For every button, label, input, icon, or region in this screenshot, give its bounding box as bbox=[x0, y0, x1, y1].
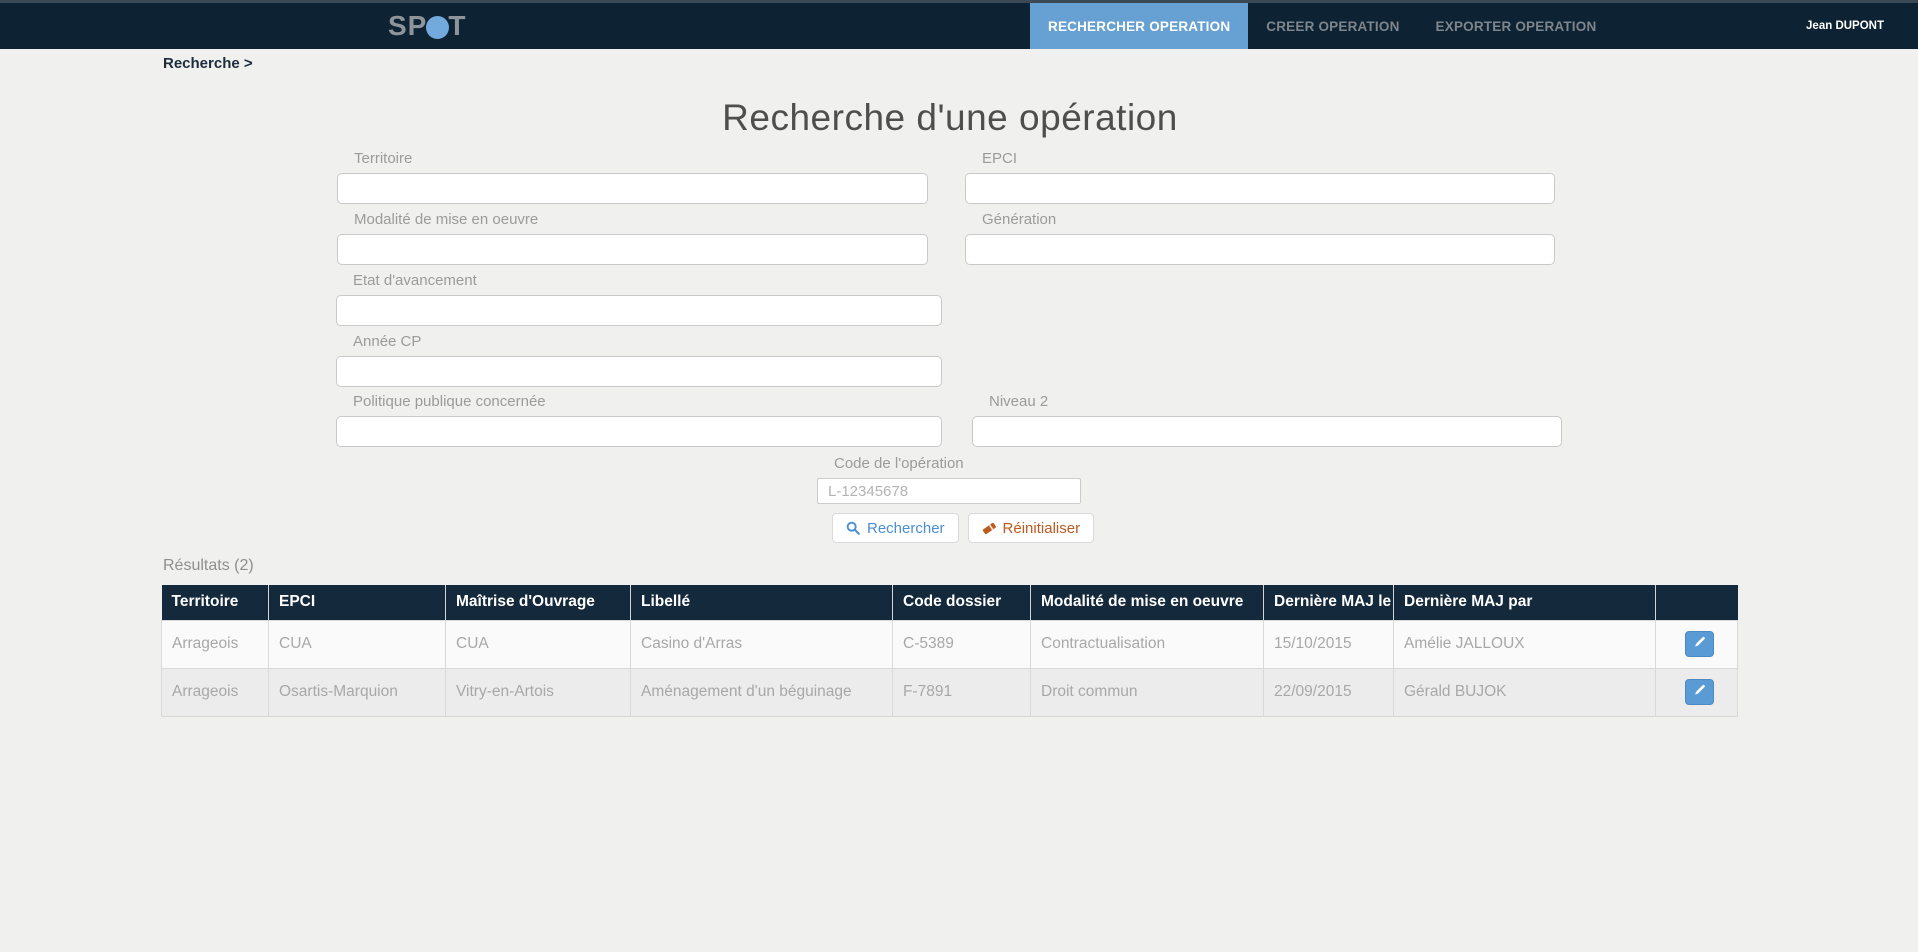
field-modalite: Modalité de mise en oeuvre bbox=[337, 211, 928, 265]
edit-button[interactable] bbox=[1685, 679, 1714, 705]
annee-cp-input[interactable] bbox=[336, 356, 942, 387]
table-row: Arrageois Osartis-Marquion Vitry-en-Arto… bbox=[162, 668, 1738, 716]
generation-label: Génération bbox=[982, 211, 1555, 228]
col-maitrise-ouvrage: Maîtrise d'Ouvrage bbox=[446, 585, 631, 620]
field-territoire: Territoire bbox=[337, 150, 928, 204]
field-epci: EPCI bbox=[965, 150, 1555, 204]
cell-maj-par: Gérald BUJOK bbox=[1394, 668, 1656, 716]
eraser-icon bbox=[982, 521, 996, 535]
breadcrumb[interactable]: Recherche > bbox=[163, 55, 253, 72]
nav-item-creer-operation[interactable]: CREER OPERATION bbox=[1248, 3, 1417, 49]
col-territoire: Territoire bbox=[162, 585, 269, 620]
pencil-icon bbox=[1693, 684, 1706, 700]
territoire-label: Territoire bbox=[354, 150, 928, 167]
modalite-label: Modalité de mise en oeuvre bbox=[354, 211, 928, 228]
spot-logo: SP T bbox=[388, 3, 466, 49]
page-title: Recherche d'une opération bbox=[0, 97, 1900, 139]
col-libelle: Libellé bbox=[631, 585, 893, 620]
etat-avancement-input[interactable] bbox=[336, 295, 942, 326]
nav-item-rechercher-operation[interactable]: RECHERCHER OPERATION bbox=[1030, 3, 1248, 49]
cell-maitrise: CUA bbox=[446, 620, 631, 668]
search-icon bbox=[846, 521, 860, 535]
cell-libelle: Casino d'Arras bbox=[631, 620, 893, 668]
annee-cp-label: Année CP bbox=[353, 333, 942, 350]
logo-dot-icon bbox=[426, 16, 449, 39]
col-epci: EPCI bbox=[269, 585, 446, 620]
field-politique-publique: Politique publique concernée bbox=[336, 393, 942, 447]
cell-territoire: Arrageois bbox=[162, 620, 269, 668]
nav-item-exporter-operation[interactable]: EXPORTER OPERATION bbox=[1418, 3, 1615, 49]
search-button[interactable]: Rechercher bbox=[832, 513, 959, 543]
cell-maitrise: Vitry-en-Artois bbox=[446, 668, 631, 716]
logo-text-post: T bbox=[448, 10, 466, 42]
modalite-input[interactable] bbox=[337, 234, 928, 265]
nav-item-label: RECHERCHER OPERATION bbox=[1048, 19, 1230, 34]
field-etat-avancement: Etat d'avancement bbox=[336, 272, 942, 326]
reset-button-label: Réinitialiser bbox=[1003, 520, 1081, 537]
logo-text-pre: SP bbox=[388, 10, 427, 42]
search-button-label: Rechercher bbox=[867, 520, 945, 537]
nav-item-label: EXPORTER OPERATION bbox=[1436, 19, 1597, 34]
col-code-dossier: Code dossier bbox=[893, 585, 1031, 620]
cell-epci: Osartis-Marquion bbox=[269, 668, 446, 716]
cell-code: F-7891 bbox=[893, 668, 1031, 716]
cell-code: C-5389 bbox=[893, 620, 1031, 668]
field-code-operation: Code de l'opération bbox=[817, 455, 1081, 504]
results-table: Territoire EPCI Maîtrise d'Ouvrage Libel… bbox=[161, 585, 1738, 717]
cell-actions bbox=[1656, 620, 1738, 668]
results-count: Résultats (2) bbox=[163, 557, 254, 575]
col-actions bbox=[1656, 585, 1738, 620]
field-generation: Génération bbox=[965, 211, 1555, 265]
generation-input[interactable] bbox=[965, 234, 1555, 265]
territoire-input[interactable] bbox=[337, 173, 928, 204]
code-operation-label: Code de l'opération bbox=[834, 455, 1081, 472]
niveau-2-label: Niveau 2 bbox=[989, 393, 1562, 410]
table-header-row: Territoire EPCI Maîtrise d'Ouvrage Libel… bbox=[162, 585, 1738, 620]
nav-item-label: CREER OPERATION bbox=[1266, 19, 1399, 34]
main-nav: RECHERCHER OPERATION CREER OPERATION EXP… bbox=[1030, 3, 1614, 49]
navbar: SP T RECHERCHER OPERATION CREER OPERATIO… bbox=[0, 0, 1918, 49]
etat-avancement-label: Etat d'avancement bbox=[353, 272, 942, 289]
epci-input[interactable] bbox=[965, 173, 1555, 204]
cell-modalite: Contractualisation bbox=[1031, 620, 1264, 668]
table-row: Arrageois CUA CUA Casino d'Arras C-5389 … bbox=[162, 620, 1738, 668]
edit-button[interactable] bbox=[1685, 631, 1714, 657]
col-modalite: Modalité de mise en oeuvre bbox=[1031, 585, 1264, 620]
form-actions: Rechercher Réinitialiser bbox=[832, 513, 1094, 543]
politique-publique-label: Politique publique concernée bbox=[353, 393, 942, 410]
cell-libelle: Aménagement d'un béguinage bbox=[631, 668, 893, 716]
epci-label: EPCI bbox=[982, 150, 1555, 167]
code-operation-input[interactable] bbox=[817, 478, 1081, 504]
cell-maj-le: 15/10/2015 bbox=[1264, 620, 1394, 668]
cell-maj-le: 22/09/2015 bbox=[1264, 668, 1394, 716]
col-derniere-maj-le: Dernière MAJ le bbox=[1264, 585, 1394, 620]
cell-modalite: Droit commun bbox=[1031, 668, 1264, 716]
reset-button[interactable]: Réinitialiser bbox=[968, 513, 1095, 543]
niveau-2-input[interactable] bbox=[972, 416, 1562, 447]
field-niveau-2: Niveau 2 bbox=[972, 393, 1562, 447]
politique-publique-input[interactable] bbox=[336, 416, 942, 447]
cell-epci: CUA bbox=[269, 620, 446, 668]
cell-actions bbox=[1656, 668, 1738, 716]
cell-territoire: Arrageois bbox=[162, 668, 269, 716]
user-name: Jean DUPONT bbox=[1806, 3, 1884, 49]
col-derniere-maj-par: Dernière MAJ par bbox=[1394, 585, 1656, 620]
pencil-icon bbox=[1693, 636, 1706, 652]
field-annee-cp: Année CP bbox=[336, 333, 942, 387]
cell-maj-par: Amélie JALLOUX bbox=[1394, 620, 1656, 668]
